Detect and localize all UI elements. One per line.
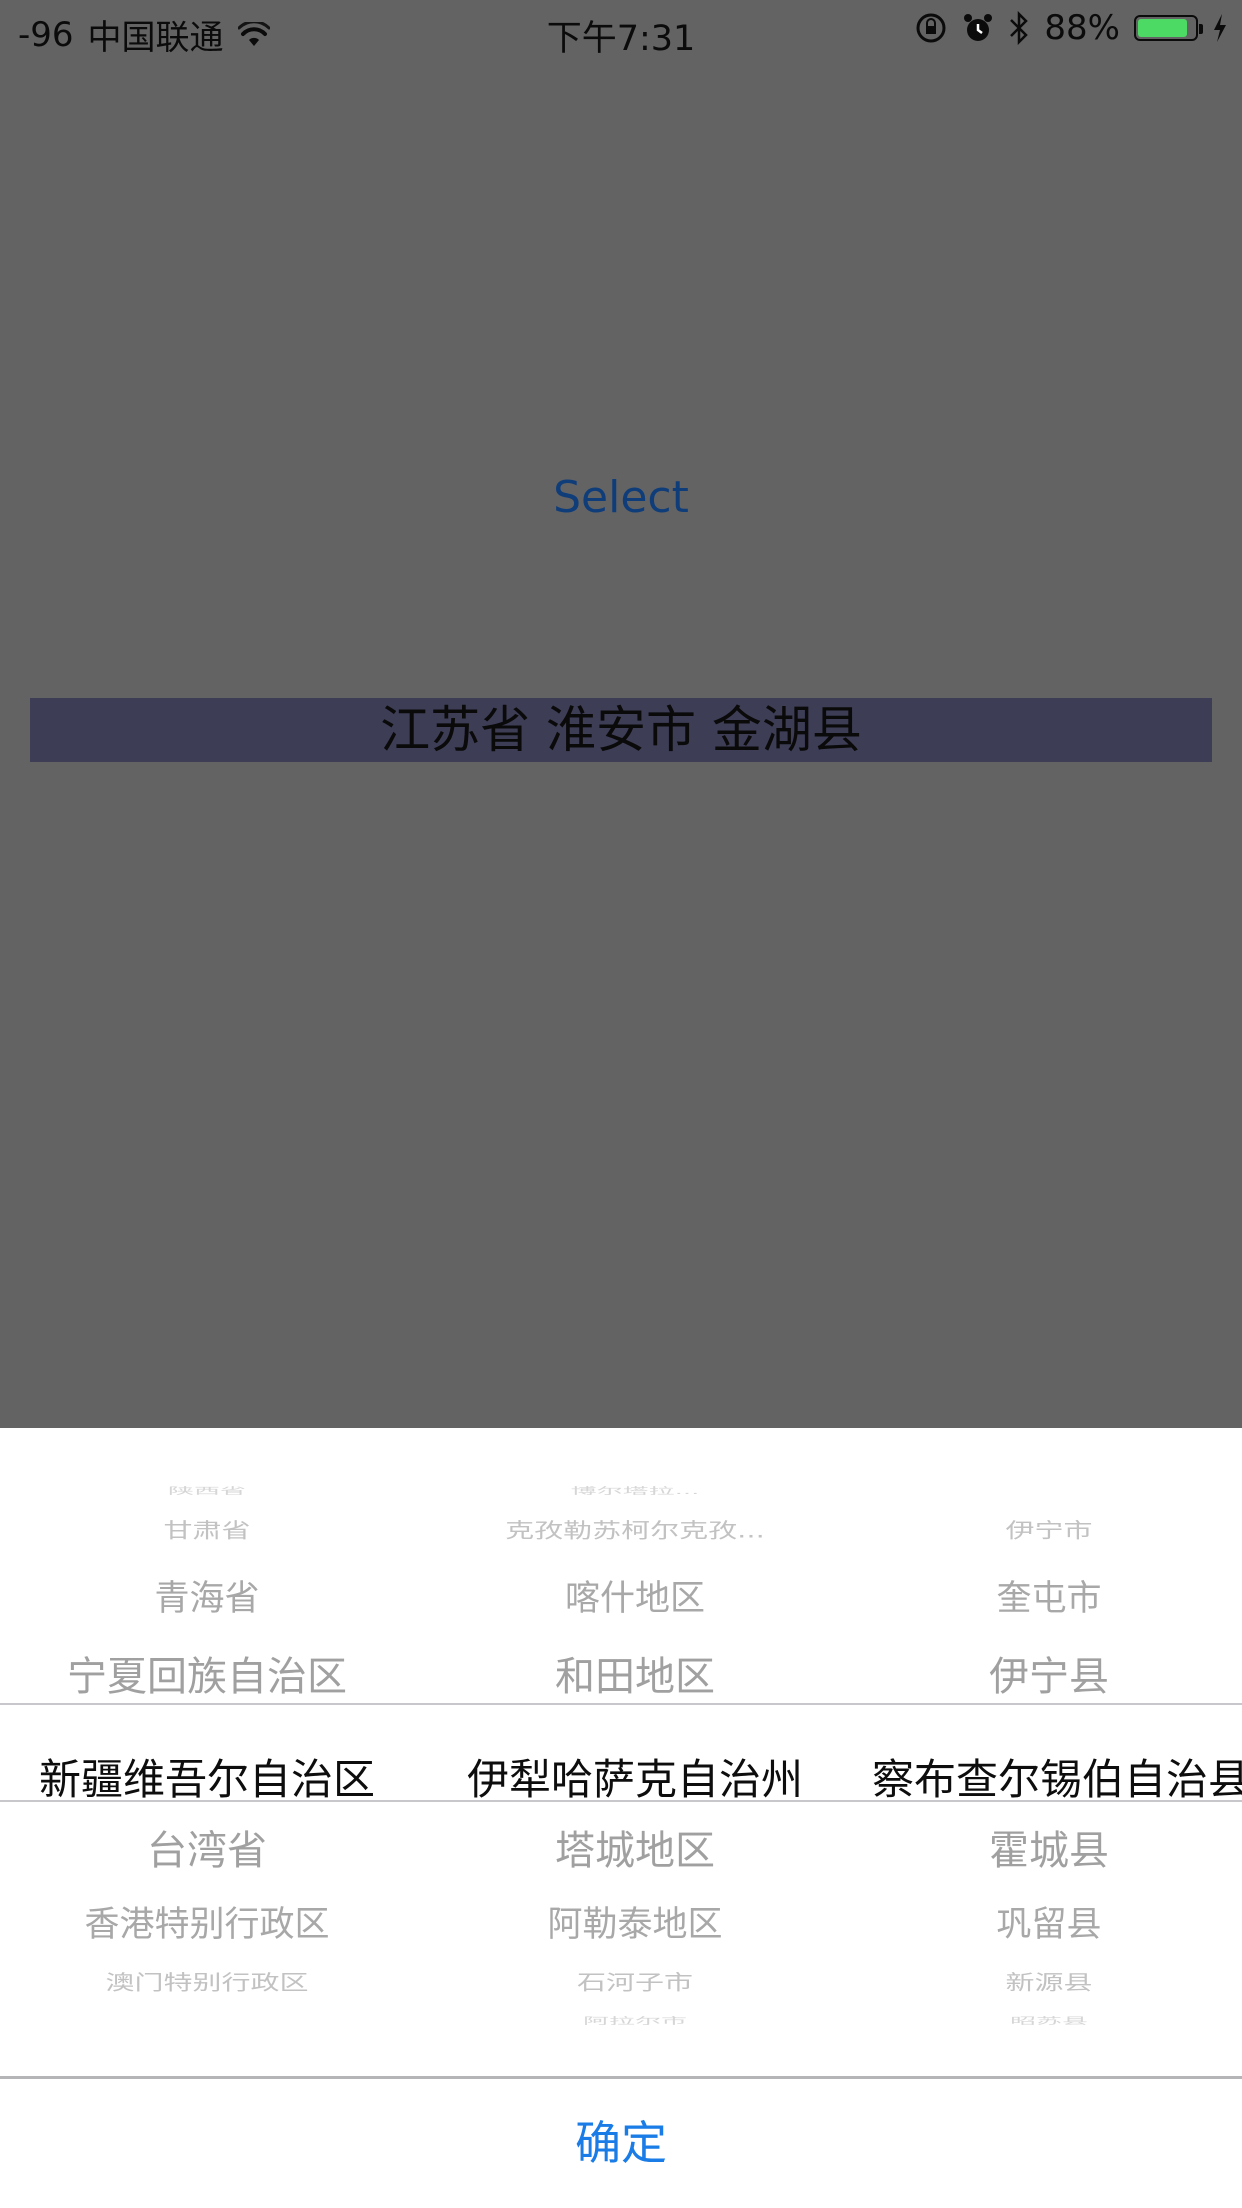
picker-sheet: 陕西省 甘肃省 青海省 宁夏回族自治区 新疆维吾尔自治区 台湾省 香港特别行政区… [0,1428,1242,2208]
picker-item[interactable]: 阿勒泰地区 [414,1896,856,1947]
picker-column-province[interactable]: 陕西省 甘肃省 青海省 宁夏回族自治区 新疆维吾尔自治区 台湾省 香港特别行政区… [0,1428,414,2076]
picker-item-selected[interactable]: 新疆维吾尔自治区 [0,1730,414,1830]
picker-item[interactable]: 克孜勒苏柯尔克孜... [414,1514,856,1543]
picker-item[interactable]: 石河子市 [414,1966,856,1995]
orientation-lock-icon [914,11,948,45]
status-bar: -96 中国联通 下午7:31 88% [0,0,1242,62]
picker-column-city[interactable]: 博尔塔拉... 克孜勒苏柯尔克孜... 喀什地区 和田地区 伊犁哈萨克自治州 塔… [414,1428,856,2076]
picker-item[interactable]: 新源县 [856,1966,1242,1995]
picker-column-county[interactable]: 伊宁市 奎屯市 伊宁县 察布查尔锡伯自治县 霍城县 巩留县 新源县 昭苏县 [856,1428,1242,2076]
battery-fill [1138,19,1188,37]
picker-item[interactable]: 喀什地区 [414,1570,856,1621]
picker-item[interactable]: 台湾省 [0,1818,414,1876]
picker-item[interactable]: 甘肃省 [0,1514,414,1543]
picker-item[interactable]: 塔城地区 [414,1818,856,1876]
picker-item[interactable]: 宁夏回族自治区 [0,1644,414,1702]
picker-item[interactable]: 澳门特别行政区 [0,1966,414,1995]
picker-item[interactable]: 昭苏县 [856,2014,1242,2027]
picker-item[interactable]: 青海省 [0,1570,414,1621]
select-button[interactable]: Select [0,472,1242,523]
alarm-clock-icon [962,12,994,44]
picker-item[interactable]: 陕西省 [0,1484,414,1497]
bluetooth-icon [1008,11,1030,45]
charging-bolt-icon [1212,13,1228,43]
picker-item[interactable]: 奎屯市 [856,1570,1242,1621]
picker-item[interactable]: 伊宁县 [856,1644,1242,1702]
picker-item[interactable]: 和田地区 [414,1644,856,1702]
picker-item[interactable]: 博尔塔拉... [414,1484,856,1497]
selection-indicator-bottom [0,1800,1242,1802]
picker-item-selected[interactable]: 察布查尔锡伯自治县 [856,1730,1242,1830]
selection-indicator-top [0,1703,1242,1705]
picker-item[interactable]: 香港特别行政区 [0,1896,414,1947]
picker-item[interactable]: 阿拉尔市 [414,2014,856,2027]
status-right: 88% [914,8,1228,48]
picker-item[interactable]: 伊宁市 [856,1514,1242,1543]
battery-icon [1134,15,1203,41]
selected-address-label: 江苏省 淮安市 金湖县 [30,698,1212,762]
battery-percent: 88% [1044,8,1120,48]
picker-item[interactable]: 霍城县 [856,1818,1242,1876]
picker-item-selected[interactable]: 伊犁哈萨克自治州 [414,1730,856,1830]
picker-item[interactable]: 巩留县 [856,1896,1242,1947]
confirm-button[interactable]: 确定 [0,2079,1242,2208]
region-picker[interactable]: 陕西省 甘肃省 青海省 宁夏回族自治区 新疆维吾尔自治区 台湾省 香港特别行政区… [0,1428,1242,2076]
